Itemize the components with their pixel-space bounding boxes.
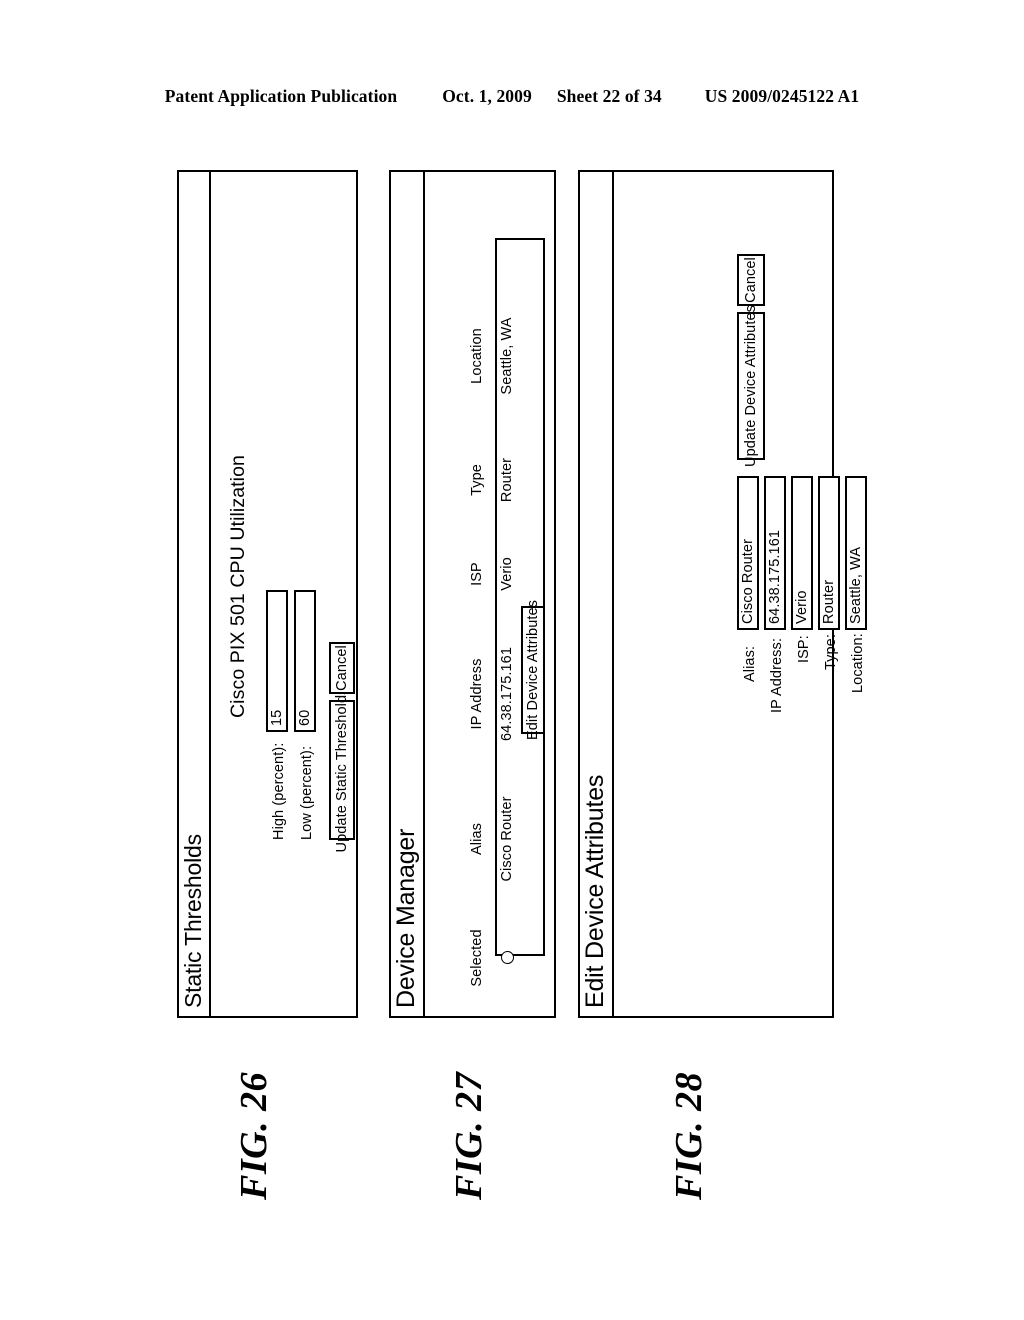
update-static-thresholds-button[interactable]: Update Static Thresholds <box>329 688 355 852</box>
publication-date: Oct. 1, 2009 <box>442 86 532 106</box>
table-row[interactable] <box>501 951 514 964</box>
patent-number: US 2009/0245122 A1 <box>704 86 860 106</box>
figure-panel-edit-device-attributes: Edit Device Attributes Alias: Cisco Rout… <box>578 170 867 1018</box>
column-header-ip-address: IP Address <box>469 658 485 730</box>
ip-address-input[interactable]: 64.38.175.161 <box>764 476 786 630</box>
ip-address-label: IP Address: <box>769 638 785 713</box>
cell-ip-address: 64.38.175.161 <box>499 646 515 742</box>
titlebar-static-thresholds: Static Thresholds <box>179 172 211 1016</box>
cancel-button[interactable]: Cancel <box>737 254 765 306</box>
window-client-area-device-manager: Selected Alias IP Address ISP Type Locat… <box>425 172 554 1016</box>
figure-label-26: FIG. 26 <box>233 1071 275 1200</box>
location-input[interactable]: Seattle, WA <box>845 476 867 630</box>
low-percent-input[interactable]: 60 <box>294 590 316 732</box>
figure-panel-device-manager: Device Manager Selected Alias IP Address… <box>389 170 556 1018</box>
titlebar-device-manager: Device Manager <box>391 172 425 1016</box>
alias-input[interactable]: Cisco Router <box>737 476 759 630</box>
figure-panel-static-thresholds: Static Thresholds Cisco PIX 501 CPU Util… <box>177 170 358 1018</box>
edit-device-attributes-button[interactable]: Edit Device Attributes <box>521 600 545 740</box>
cell-location: Seattle, WA <box>499 317 515 395</box>
window-client-area-static-thresholds: Cisco PIX 501 CPU Utilization High (perc… <box>211 172 356 1016</box>
column-header-alias: Alias <box>469 823 485 855</box>
sheet-number: Sheet 22 of 34 <box>556 86 662 106</box>
window-title: Static Thresholds <box>179 834 206 1008</box>
high-percent-label: High (percent): <box>271 742 287 840</box>
high-percent-input[interactable]: 15 <box>266 590 288 732</box>
window-device-manager: Device Manager Selected Alias IP Address… <box>389 170 556 1018</box>
cell-isp: Verio <box>499 557 515 591</box>
window-title: Device Manager <box>391 828 420 1008</box>
low-percent-label: Low (percent): <box>299 745 315 840</box>
window-edit-device-attributes: Edit Device Attributes Alias: Cisco Rout… <box>578 170 867 1018</box>
cell-type: Router <box>499 457 515 503</box>
row-select-radio-unchecked-icon[interactable] <box>501 951 514 964</box>
device-metric-heading: Cisco PIX 501 CPU Utilization <box>227 455 249 718</box>
column-header-location: Location <box>469 328 485 384</box>
figure-label-27: FIG. 27 <box>448 1071 490 1200</box>
window-client-area-edit-device-attributes: Alias: Cisco Router IP Address: 64.38.17… <box>614 172 867 1016</box>
type-input[interactable]: Router <box>818 476 840 630</box>
location-label: Location: <box>850 633 866 693</box>
update-device-attributes-button[interactable]: Update Device Attributes <box>737 305 765 467</box>
page-header: Patent Application Publication Oct. 1, 2… <box>0 86 1024 107</box>
publication-label: Patent Application Publication <box>164 86 398 106</box>
isp-input[interactable]: Verio <box>791 476 813 630</box>
type-label: Type: <box>823 634 839 670</box>
column-header-type: Type <box>469 464 485 496</box>
window-static-thresholds: Static Thresholds Cisco PIX 501 CPU Util… <box>177 170 358 1018</box>
alias-label: Alias: <box>742 645 758 682</box>
titlebar-edit-device-attributes: Edit Device Attributes <box>580 172 614 1016</box>
column-header-isp: ISP <box>469 562 485 586</box>
window-title: Edit Device Attributes <box>580 774 609 1008</box>
column-header-selected: Selected <box>469 929 485 987</box>
cancel-button[interactable]: Cancel <box>329 642 355 694</box>
cell-alias: Cisco Router <box>499 796 515 882</box>
figure-label-28: FIG. 28 <box>668 1071 710 1200</box>
isp-label: ISP: <box>796 635 812 663</box>
